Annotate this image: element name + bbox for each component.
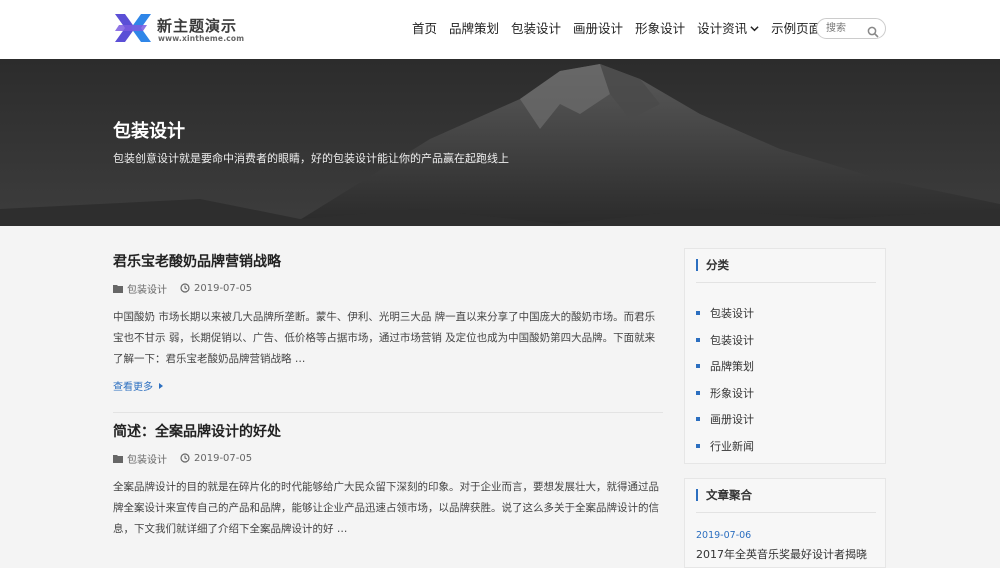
banner-description: 包装创意设计就是要命中消费者的眼睛，好的包装设计能让你的产品赢在起跑线上 — [113, 152, 509, 165]
clock-icon — [180, 283, 190, 293]
bullet-icon — [696, 443, 700, 448]
post-excerpt: 全案品牌设计的目的就是在碎片化的时代能够给广大民众留下深刻的印象。对于企业而言，… — [113, 481, 659, 535]
category-label: 包装设计 — [710, 307, 754, 321]
post-category-label: 包装设计 — [127, 284, 167, 296]
post-date-label: 2019-07-05 — [194, 282, 253, 294]
sidebar-aggregate-widget: 文章聚合 2019-07-06 2017年全英音乐奖最好设计者揭晓 — [684, 478, 886, 568]
sidebar-categories-widget: 分类 包装设计 包装设计 品牌策划 形象设计 画册设计 行业新闻 — [684, 248, 886, 464]
category-banner: 包装设计 包装创意设计就是要命中消费者的眼睛，好的包装设计能让你的产品赢在起跑线… — [0, 59, 1000, 226]
category-label: 行业新闻 — [710, 439, 754, 453]
category-link[interactable]: 行业新闻 — [696, 433, 754, 460]
bullet-icon — [696, 417, 700, 422]
category-link[interactable]: 形象设计 — [696, 380, 754, 407]
category-link[interactable]: 品牌策划 — [696, 353, 754, 380]
category-link[interactable]: 画册设计 — [696, 406, 754, 433]
site-header: 新主题演示 www.xintheme.com 首页 品牌策划 包装设计 画册设计… — [0, 0, 1000, 59]
search-box — [816, 18, 886, 39]
category-label: 包装设计 — [710, 333, 754, 347]
nav-item-design-news[interactable]: 设计资讯 — [697, 19, 759, 39]
category-label: 形象设计 — [710, 386, 754, 400]
widget-title: 分类 — [696, 259, 729, 271]
read-more-label: 查看更多 — [113, 382, 153, 393]
post-item: 简述：全案品牌设计的好处 包装设计 2019-07-05 全案品牌设计的目的就是… — [113, 422, 663, 540]
post-date: 2019-07-05 — [180, 453, 252, 464]
widget-title: 文章聚合 — [696, 489, 752, 501]
nav-item-brochure[interactable]: 画册设计 — [573, 19, 623, 39]
post-date: 2019-07-05 — [180, 283, 252, 294]
bullet-icon — [696, 337, 700, 342]
folder-icon — [113, 454, 123, 463]
widget-divider — [696, 512, 876, 513]
nav-item-sample-page[interactable]: 示例页面 — [771, 19, 821, 39]
post-title[interactable]: 君乐宝老酸奶品牌营销战略 — [113, 252, 663, 272]
aggregate-post-link[interactable]: 2017年全英音乐奖最好设计者揭晓 — [696, 546, 867, 562]
chevron-down-icon — [750, 21, 759, 41]
search-input[interactable] — [826, 21, 868, 36]
bullet-icon — [696, 364, 700, 369]
nav-item-design-news-label: 设计资讯 — [697, 21, 748, 36]
category-link[interactable]: 包装设计 — [696, 300, 754, 327]
nav-item-packaging[interactable]: 包装设计 — [511, 19, 561, 39]
folder-icon — [113, 284, 123, 293]
post-list: 君乐宝老酸奶品牌营销战略 包装设计 2019-07-05 中国酸奶 市场长期以来… — [113, 252, 663, 394]
widget-divider — [696, 282, 876, 283]
site-logo[interactable]: 新主题演示 www.xintheme.com — [113, 12, 245, 46]
category-label: 画册设计 — [710, 413, 754, 427]
clock-icon — [180, 453, 190, 463]
category-link[interactable]: 包装设计 — [696, 327, 754, 354]
banner-title: 包装设计 — [113, 121, 185, 142]
main-nav: 首页 品牌策划 包装设计 画册设计 形象设计 设计资讯 示例页面 — [412, 19, 821, 39]
nav-item-home[interactable]: 首页 — [412, 19, 437, 39]
post-excerpt: 中国酸奶 市场长期以来被几大品牌所垄断。蒙牛、伊利、光明三大品 牌一直以来分享了… — [113, 311, 656, 365]
bullet-icon — [696, 390, 700, 395]
search-icon[interactable] — [867, 23, 879, 38]
aggregate-date: 2019-07-06 — [696, 530, 752, 541]
nav-item-identity[interactable]: 形象设计 — [635, 19, 685, 39]
post-divider — [113, 412, 663, 413]
bullet-icon — [696, 311, 700, 316]
caret-right-icon — [159, 382, 163, 389]
logo-x-icon — [115, 14, 151, 42]
logo-url: www.xintheme.com — [158, 34, 245, 43]
category-list: 包装设计 包装设计 品牌策划 形象设计 画册设计 行业新闻 — [696, 300, 754, 459]
post-category[interactable]: 包装设计 — [113, 451, 167, 466]
post-title[interactable]: 简述：全案品牌设计的好处 — [113, 422, 663, 442]
post-meta: 包装设计 2019-07-05 — [113, 451, 663, 466]
nav-item-brand-planning[interactable]: 品牌策划 — [449, 19, 499, 39]
post-item: 君乐宝老酸奶品牌营销战略 包装设计 2019-07-05 中国酸奶 市场长期以来… — [113, 252, 663, 394]
post-category[interactable]: 包装设计 — [113, 281, 167, 296]
post-category-label: 包装设计 — [127, 454, 167, 466]
read-more-link[interactable]: 查看更多 — [113, 378, 163, 393]
post-meta: 包装设计 2019-07-05 — [113, 281, 663, 296]
post-date-label: 2019-07-05 — [194, 452, 253, 464]
logo-name: 新主题演示 — [157, 17, 238, 35]
category-label: 品牌策划 — [710, 360, 754, 374]
